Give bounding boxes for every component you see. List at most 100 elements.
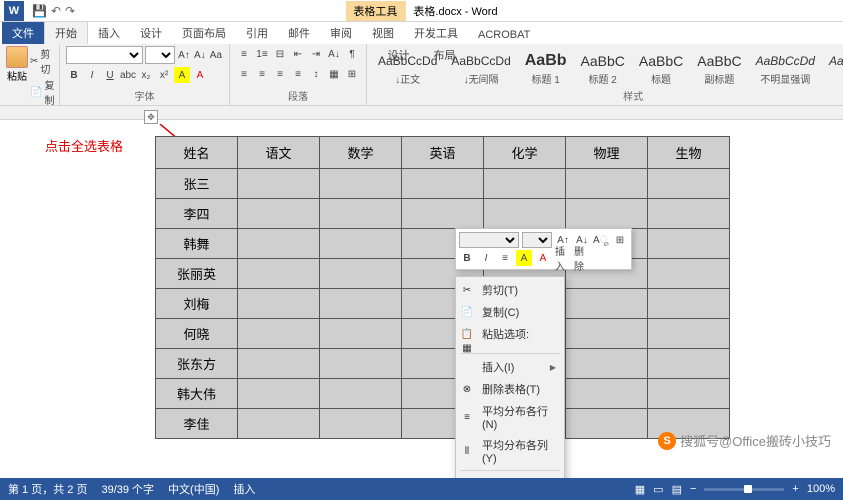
align-right-icon[interactable]: ≡ — [272, 66, 288, 82]
menu-delete-table[interactable]: ⊗删除表格(T) — [456, 378, 564, 400]
cut-button[interactable]: ✂ 剪切 — [30, 46, 55, 76]
tab-home[interactable]: 开始 — [44, 21, 88, 44]
table-row: 何晓 — [156, 319, 730, 349]
tab-file[interactable]: 文件 — [2, 22, 44, 44]
table-select-handle[interactable]: ✥ — [144, 110, 158, 124]
menu-paste-option-1[interactable]: ▦ — [456, 345, 564, 351]
zoom-slider[interactable] — [704, 488, 784, 491]
undo-icon[interactable]: ↶ — [51, 4, 61, 18]
tab-acrobat[interactable]: ACROBAT — [468, 26, 540, 44]
show-marks-icon[interactable]: ¶ — [344, 46, 360, 62]
status-lang[interactable]: 中文(中国) — [168, 481, 219, 497]
mini-highlight-icon[interactable]: A — [516, 250, 532, 266]
view-print-icon[interactable]: ▦ — [635, 483, 645, 496]
numbering-icon[interactable]: 1≡ — [254, 46, 270, 62]
align-center-icon[interactable]: ≡ — [254, 66, 270, 82]
group-paragraph: ≡ 1≡ ⊟ ⇤ ⇥ A↓ ¶ ≡ ≡ ≡ ≡ ↕ ▦ ⊞ 段落 — [230, 44, 367, 105]
status-words[interactable]: 39/39 个字 — [101, 481, 154, 497]
shading-icon[interactable]: ▦ — [326, 66, 342, 82]
mini-size-select[interactable] — [522, 232, 552, 248]
save-icon[interactable]: 💾 — [32, 4, 47, 18]
justify-icon[interactable]: ≡ — [290, 66, 306, 82]
zoom-in-icon[interactable]: + — [792, 483, 798, 495]
watermark: S 搜狐号@Office搬砖小技巧 — [658, 431, 831, 450]
table-header[interactable]: 化学 — [484, 137, 566, 169]
tab-references[interactable]: 引用 — [236, 22, 278, 44]
bullets-icon[interactable]: ≡ — [236, 46, 252, 62]
table-row: 李四 — [156, 199, 730, 229]
italic-button[interactable]: I — [84, 67, 100, 83]
align-left-icon[interactable]: ≡ — [236, 66, 252, 82]
menu-distribute-cols[interactable]: ⫴平均分布各列(Y) — [456, 434, 564, 468]
decrease-indent-icon[interactable]: ⇤ — [290, 46, 306, 62]
mini-styles-icon[interactable]: Aೄ — [593, 232, 609, 248]
group-label: 字体 — [66, 86, 223, 103]
table-header[interactable]: 英语 — [402, 137, 484, 169]
table-row: 张三 — [156, 169, 730, 199]
document-table[interactable]: 姓名 语文 数学 英语 化学 物理 生物 张三 李四 韩舞 张丽英 刘梅 何晓 … — [155, 136, 730, 439]
table-header[interactable]: 姓名 — [156, 137, 238, 169]
tab-design[interactable]: 设计 — [130, 22, 172, 44]
shrink-font-icon[interactable]: A↓ — [193, 47, 207, 63]
mini-border-icon[interactable]: ⊞ — [612, 232, 628, 248]
word-icon: W — [4, 1, 24, 21]
mini-fontcolor-icon[interactable]: A — [535, 250, 551, 266]
mini-toolbar[interactable]: A↑ A↓ Aೄ ⊞ B I ≡ A A 插入 删除 — [455, 228, 632, 270]
borders-icon[interactable]: ⊞ — [344, 66, 360, 82]
mini-delete-button[interactable]: 删除 — [573, 250, 589, 266]
zoom-out-icon[interactable]: − — [690, 483, 696, 495]
font-family-select[interactable] — [66, 46, 143, 64]
view-read-icon[interactable]: ▭ — [653, 483, 663, 496]
redo-icon[interactable]: ↷ — [65, 4, 75, 18]
table-header[interactable]: 物理 — [566, 137, 648, 169]
menu-distribute-rows[interactable]: ≡平均分布各行(N) — [456, 400, 564, 434]
context-menu: ✂剪切(T) 📄复制(C) 📋粘贴选项: ▦ 插入(I)▶ ⊗删除表格(T) ≡… — [455, 276, 565, 478]
tab-layout[interactable]: 页面布局 — [172, 22, 236, 44]
tab-view[interactable]: 视图 — [362, 22, 404, 44]
paste-icon — [6, 46, 28, 68]
subscript-button[interactable]: x₂ — [138, 67, 154, 83]
mini-italic-icon[interactable]: I — [478, 250, 494, 266]
quick-access-toolbar[interactable]: 💾 ↶ ↷ — [32, 4, 75, 18]
annotation-text: 点击全选表格 — [45, 136, 123, 155]
ruler[interactable] — [0, 106, 843, 120]
mini-bold-icon[interactable]: B — [459, 250, 475, 266]
strike-button[interactable]: abc — [120, 67, 136, 83]
status-bar: 第 1 页，共 2 页 39/39 个字 中文(中国) 插入 ▦ ▭ ▤ − +… — [0, 478, 843, 500]
view-web-icon[interactable]: ▤ — [672, 483, 682, 496]
zoom-level[interactable]: 100% — [807, 483, 835, 495]
multilevel-icon[interactable]: ⊟ — [272, 46, 288, 62]
font-size-select[interactable] — [145, 46, 175, 64]
table-header[interactable]: 生物 — [648, 137, 730, 169]
tab-mailings[interactable]: 邮件 — [278, 22, 320, 44]
highlight-button[interactable]: A — [174, 67, 190, 83]
table-header[interactable]: 语文 — [238, 137, 320, 169]
menu-copy[interactable]: 📄复制(C) — [456, 301, 564, 323]
superscript-button[interactable]: x² — [156, 67, 172, 83]
tab-developer[interactable]: 开发工具 — [404, 22, 468, 44]
sort-icon[interactable]: A↓ — [326, 46, 342, 62]
document-title: 表格.docx - Word — [413, 3, 497, 19]
dist-rows-icon: ≡ — [460, 410, 474, 424]
increase-indent-icon[interactable]: ⇥ — [308, 46, 324, 62]
group-label: 样式 — [367, 86, 843, 103]
table-row: 韩舞 — [156, 229, 730, 259]
line-spacing-icon[interactable]: ↕ — [308, 66, 324, 82]
menu-insert[interactable]: 插入(I)▶ — [456, 356, 564, 378]
bold-button[interactable]: B — [66, 67, 82, 83]
font-color-button[interactable]: A — [192, 67, 208, 83]
mini-font-select[interactable] — [459, 232, 519, 248]
underline-button[interactable]: U — [102, 67, 118, 83]
status-mode[interactable]: 插入 — [233, 481, 255, 497]
table-header[interactable]: 数学 — [320, 137, 402, 169]
status-page[interactable]: 第 1 页，共 2 页 — [8, 481, 87, 497]
tab-insert[interactable]: 插入 — [88, 22, 130, 44]
mini-align-icon[interactable]: ≡ — [497, 250, 513, 266]
change-case-icon[interactable]: Aa — [209, 47, 223, 63]
mini-insert-button[interactable]: 插入 — [554, 250, 570, 266]
grow-font-icon[interactable]: A↑ — [177, 47, 191, 63]
tab-review[interactable]: 审阅 — [320, 22, 362, 44]
table-header-row: 姓名 语文 数学 英语 化学 物理 生物 — [156, 137, 730, 169]
menu-cut[interactable]: ✂剪切(T) — [456, 279, 564, 301]
copy-button[interactable]: 📄 复制 — [30, 77, 55, 107]
